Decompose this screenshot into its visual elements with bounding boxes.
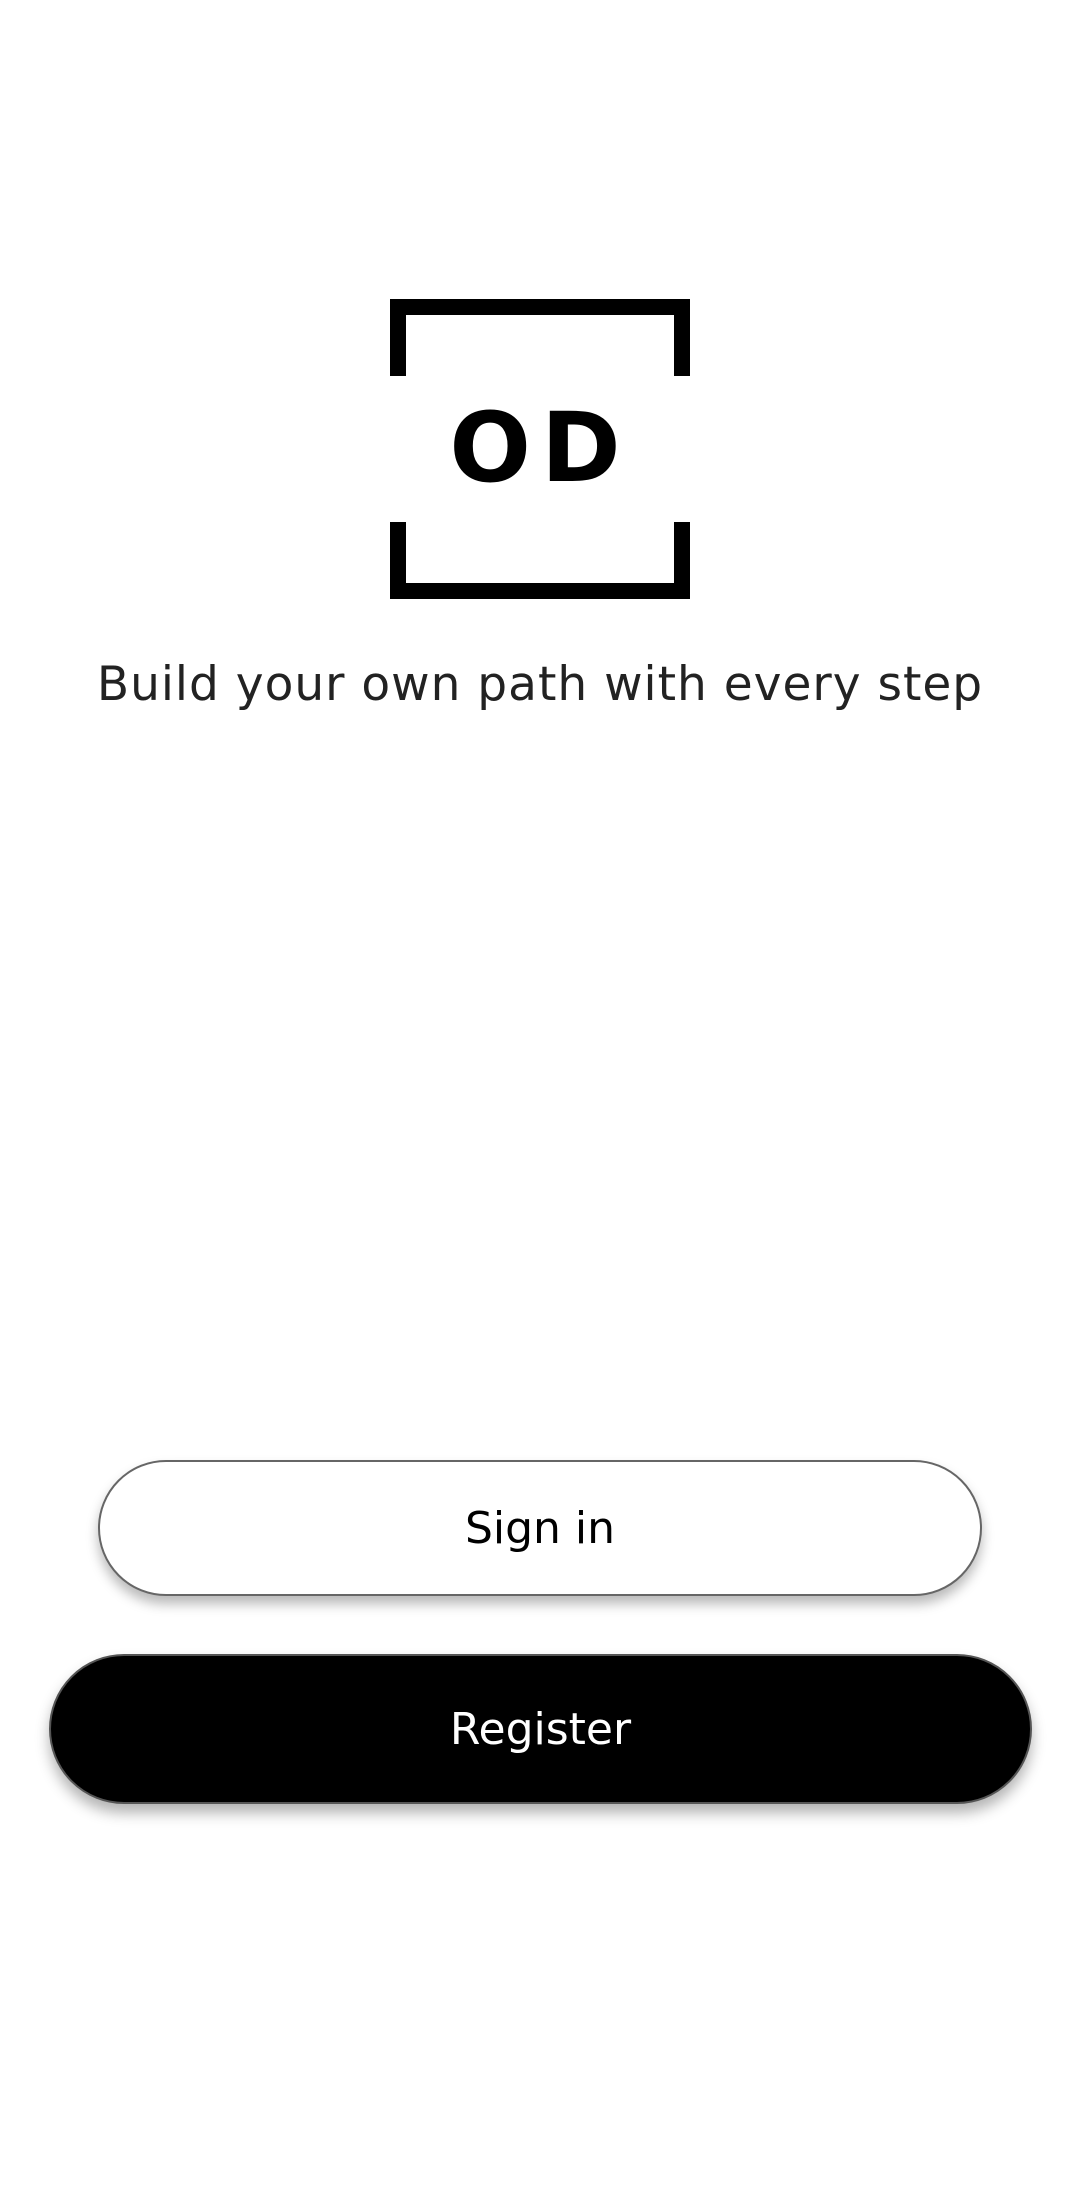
app-logo: OD xyxy=(390,299,690,599)
tagline: Build your own path with every step xyxy=(96,657,984,712)
logo-text: OD xyxy=(449,392,630,504)
sign-in-button[interactable]: Sign in xyxy=(98,1460,982,1596)
od-logo-icon: OD xyxy=(390,299,690,599)
register-button[interactable]: Register xyxy=(49,1654,1032,1804)
register-label: Register xyxy=(449,1703,632,1755)
sign-in-label: Sign in xyxy=(464,1502,616,1554)
